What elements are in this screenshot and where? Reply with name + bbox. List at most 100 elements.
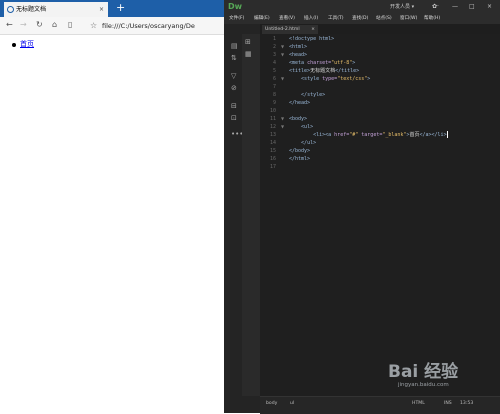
code-token: </body> (289, 148, 311, 154)
minimize-button[interactable]: — (452, 0, 458, 14)
code-token: 首页 (409, 132, 420, 138)
gear-icon[interactable]: ✿· (432, 0, 439, 14)
fold-toggle-icon[interactable]: ▼ (281, 43, 284, 51)
fold-toggle-icon[interactable]: ▼ (281, 115, 284, 123)
menu-file[interactable]: 文件(F) (229, 14, 244, 24)
line-number: 13 (269, 132, 276, 138)
line-number: 10 (269, 108, 276, 114)
tab-close-button[interactable]: × (99, 2, 104, 17)
code-line[interactable]: </body> (289, 147, 310, 155)
menu-edit[interactable]: 编辑(E) (254, 14, 270, 24)
code-line[interactable]: <title>无标题文档</title> (289, 67, 359, 75)
browser-tab[interactable]: 无标题文档 × (4, 2, 108, 17)
menu-view[interactable]: 查看(V) (279, 14, 295, 24)
menu-insert[interactable]: 插入(I) (304, 14, 318, 24)
code-line[interactable]: </ul> (289, 139, 316, 147)
code-line[interactable]: <html> (289, 43, 307, 51)
code-line[interactable]: </style> (289, 91, 325, 99)
line-number: 16 (269, 156, 276, 162)
code-token: <ul> (301, 124, 314, 130)
code-line[interactable]: <body> (289, 115, 307, 123)
line-number: 1 (272, 36, 276, 42)
document-tab-close[interactable]: × (311, 25, 315, 34)
code-token: 无标题文档 (310, 68, 336, 74)
reload-icon[interactable]: ↻ (36, 19, 43, 31)
line-number: 8 (272, 92, 276, 98)
reading-view-icon[interactable]: ▯ (68, 19, 72, 31)
workspace-switcher[interactable]: 开发人员 ▾ (390, 0, 414, 14)
code-token: target= (358, 132, 383, 138)
page-content (0, 35, 224, 413)
format-icon[interactable]: ▦ (245, 50, 252, 58)
code-token: > (352, 60, 356, 66)
menu-help[interactable]: 帮助(H) (424, 14, 440, 24)
watermark-url: jingyan.baidu.com (398, 382, 449, 388)
line-number: 17 (269, 164, 276, 170)
code-token: "text/css" (337, 76, 368, 82)
menu-tools[interactable]: 工具(T) (328, 14, 344, 24)
line-number: 15 (269, 148, 276, 154)
code-line[interactable]: <head> (289, 51, 307, 59)
code-line[interactable]: </head> (289, 99, 310, 107)
fold-toggle-icon[interactable]: ▼ (281, 75, 284, 83)
menu-site[interactable]: 站点(S) (376, 14, 392, 24)
fold-toggle-icon[interactable]: ▼ (281, 51, 284, 59)
list-bullet (12, 43, 16, 47)
code-line[interactable]: <meta charset="utf-8"> (289, 59, 355, 67)
favorite-icon[interactable]: ☆ (90, 19, 97, 33)
line-number: 11 (269, 116, 276, 122)
document-tab[interactable]: Untitled-2.html × (262, 25, 318, 34)
funnel-icon[interactable]: ▽ (231, 72, 236, 80)
code-token: type= (322, 76, 338, 82)
code-line[interactable]: <li><a href="#" target="_blank">首页</a></… (289, 131, 448, 139)
maximize-button[interactable]: □ (469, 0, 475, 14)
code-token: charset= (307, 60, 332, 66)
code-line[interactable]: <style type="text/css"> (289, 75, 370, 83)
line-number: 7 (272, 84, 276, 90)
home-link[interactable]: 首页 (20, 39, 34, 49)
edge-icon (7, 6, 14, 13)
forward-icon[interactable]: → (20, 19, 27, 31)
link-icon[interactable]: ⊘ (231, 84, 237, 92)
line-number: 6 (272, 76, 276, 82)
code-token: > (367, 76, 371, 82)
watermark-brand: Bai 经验 (388, 362, 459, 382)
code-editor[interactable] (260, 34, 500, 396)
cursor-position: 13:53 (460, 401, 474, 406)
code-token: </style> (301, 92, 326, 98)
code-line[interactable]: </html> (289, 155, 310, 163)
structure-icon[interactable]: ⊞ (245, 38, 251, 46)
tag-selector-ul[interactable]: ul (290, 398, 294, 410)
menu-window[interactable]: 窗口(W) (400, 14, 417, 24)
browser-tab-title: 无标题文档 (16, 6, 47, 13)
preview-icon[interactable]: ⊡ (231, 114, 237, 122)
doc-type-select[interactable]: HTML (412, 398, 425, 410)
line-number: 12 (269, 124, 276, 130)
split-icon[interactable]: ⊟ (231, 102, 237, 110)
code-token: "_blank" (382, 132, 407, 138)
code-token: <meta (289, 60, 308, 66)
code-line[interactable]: <!doctype html> (289, 35, 334, 43)
line-number: 5 (272, 68, 276, 74)
fold-toggle-icon[interactable]: ▼ (281, 123, 284, 131)
code-token: href= (334, 132, 350, 138)
code-token: <style (301, 76, 323, 82)
close-button[interactable]: × (487, 0, 492, 14)
code-token: </ul> (301, 140, 317, 146)
file-icon[interactable]: ▤ (231, 42, 238, 50)
arrows-icon[interactable]: ⇅ (231, 54, 237, 62)
address-bar[interactable]: file:///C:/Users/oscaryang/De (102, 19, 198, 33)
menu-find[interactable]: 查找(D) (352, 14, 368, 24)
code-token: <body> (289, 116, 308, 122)
back-icon[interactable]: ← (6, 19, 13, 31)
new-tab-button[interactable]: + (116, 1, 125, 15)
tag-selector-body[interactable]: body (266, 398, 277, 410)
home-icon[interactable]: ⌂ (52, 19, 57, 31)
code-line[interactable]: <ul> (289, 123, 313, 131)
code-token: </title> (335, 68, 360, 74)
line-number: 9 (272, 100, 276, 106)
